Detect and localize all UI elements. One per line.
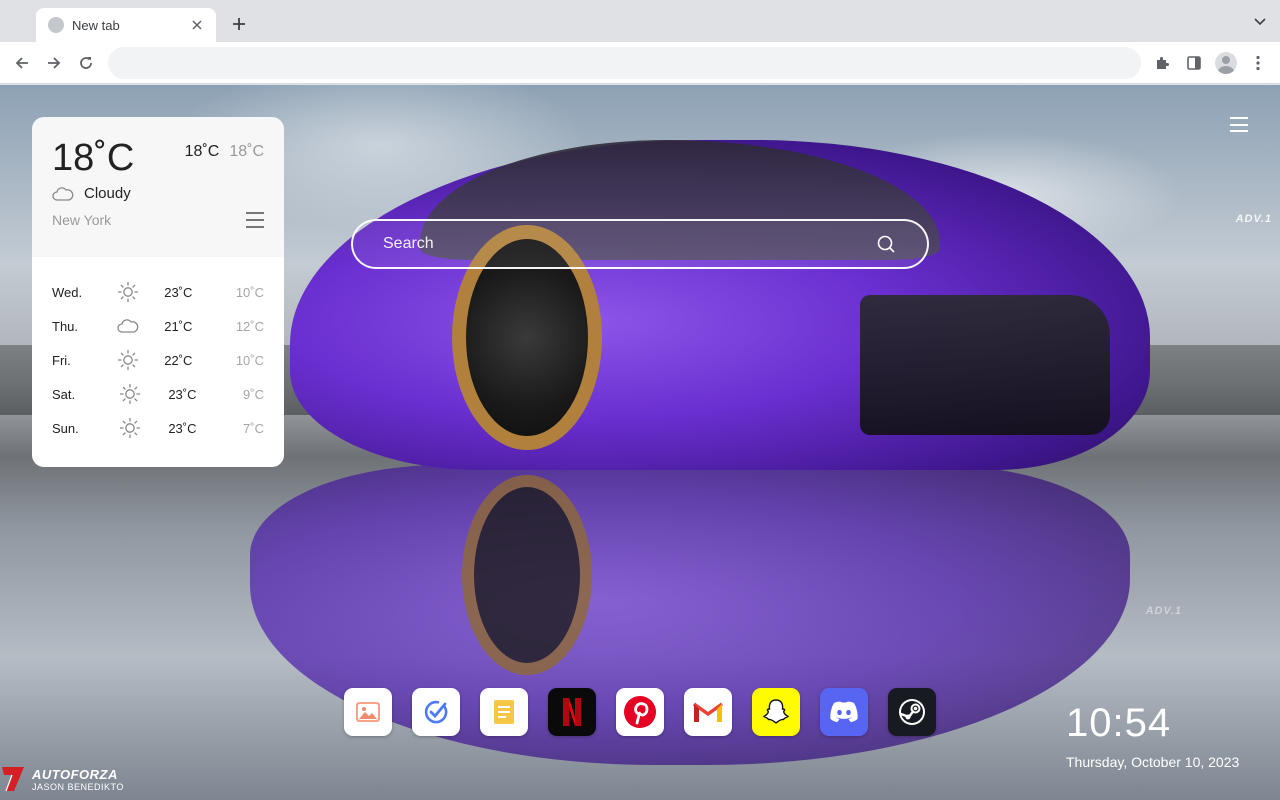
address-bar[interactable] (108, 47, 1141, 79)
back-arrow-icon (15, 57, 28, 69)
forecast-low: 7˚C (243, 420, 264, 436)
forecast-row: Thu. 21˚C 12˚C (52, 309, 264, 343)
steam-icon (899, 699, 925, 725)
wallpaper-car-grille (860, 295, 1110, 435)
extensions-icon (1157, 57, 1169, 69)
autoforza-logo-icon (2, 767, 24, 792)
close-icon[interactable] (188, 16, 206, 34)
menu-button[interactable] (1246, 51, 1270, 75)
cloud-icon (109, 319, 155, 333)
plus-icon (233, 18, 245, 30)
forecast-row: Wed. 23˚C 10˚C (52, 275, 264, 309)
sun-icon (111, 417, 158, 439)
discord-icon (830, 701, 858, 722)
chevron-down-icon (1254, 18, 1266, 26)
current-low: 18˚C (229, 143, 264, 160)
netflix-icon (563, 698, 581, 726)
tasks-check-icon (424, 700, 448, 724)
pinterest-icon (624, 696, 656, 728)
profile-avatar-icon (1215, 52, 1237, 74)
forecast-day: Sun. (52, 420, 79, 436)
app-photos[interactable] (344, 688, 392, 736)
brand-line-2: JASON BENEDIKTO (32, 781, 124, 792)
condition-label: Cloudy (84, 185, 131, 202)
favicon-icon (48, 17, 64, 33)
photos-icon (356, 702, 380, 722)
tab-search-button[interactable] (1252, 14, 1268, 30)
clock-time: 10:54 (1066, 701, 1172, 745)
forecast-low: 9˚C (243, 386, 264, 402)
forecast-day: Thu. (52, 318, 79, 334)
sun-icon (109, 281, 155, 303)
new-tab-button[interactable] (228, 13, 250, 35)
new-tab-page: ADV.1 ADV.1 18˚C 18˚C 18˚C Cloudy New Yo… (0, 85, 1280, 800)
side-panel-icon (1187, 56, 1201, 70)
page-menu-icon[interactable] (1230, 117, 1248, 132)
search-button[interactable] (875, 233, 897, 255)
forecast-high: 22˚C (164, 352, 193, 368)
app-gmail[interactable] (684, 688, 732, 736)
wallpaper-brand: AUTOFORZA JASON BENEDIKTO (0, 765, 124, 793)
forecast-high: 23˚C (168, 386, 197, 402)
reload-icon (80, 57, 92, 69)
search-input[interactable] (383, 235, 875, 253)
snapchat-icon (762, 699, 790, 724)
tab-new-tab[interactable]: New tab (36, 8, 216, 42)
search-box (351, 219, 929, 269)
wallpaper-wheel-reflection (462, 475, 592, 675)
forward-button[interactable] (42, 51, 66, 75)
cloud-icon (52, 186, 74, 201)
tab-title: New tab (72, 17, 120, 33)
weather-condition: Cloudy (52, 185, 131, 202)
side-panel-button[interactable] (1182, 51, 1206, 75)
weather-menu-icon[interactable] (246, 212, 264, 228)
forward-arrow-icon (48, 57, 61, 69)
weather-widget[interactable]: 18˚C 18˚C 18˚C Cloudy New York Wed. 23˚C 1… (32, 117, 284, 467)
brand-text: AUTOFORZA JASON BENEDIKTO (32, 767, 124, 792)
app-steam[interactable] (888, 688, 936, 736)
weather-current: 18˚C 18˚C 18˚C Cloudy New York (32, 117, 284, 257)
brand-line-1: AUTOFORZA (32, 766, 118, 782)
more-vertical-icon (1256, 55, 1260, 71)
notes-icon (494, 700, 514, 724)
forecast-high: 23˚C (164, 284, 193, 300)
forecast-row: Fri. 22˚C 10˚C (52, 343, 264, 377)
sun-icon (111, 383, 158, 405)
forecast-high: 23˚C (168, 420, 197, 436)
forecast-row: Sat. 23˚C 9˚C (52, 377, 264, 411)
weather-forecast: Wed. 23˚C 10˚C Thu. 21˚C 12˚C Fri. 22˚C 10˚C Sat.… (32, 257, 284, 467)
tab-strip: New tab (0, 0, 1280, 42)
app-tasks[interactable] (412, 688, 460, 736)
app-pinterest[interactable] (616, 688, 664, 736)
profile-button[interactable] (1214, 51, 1238, 75)
app-netflix[interactable] (548, 688, 596, 736)
forecast-high: 21˚C (164, 318, 193, 334)
forecast-low: 10˚C (235, 352, 264, 368)
wallpaper-watermark: ADV.1 (1235, 213, 1272, 225)
back-button[interactable] (10, 51, 34, 75)
app-notes[interactable] (480, 688, 528, 736)
forecast-low: 12˚C (235, 318, 264, 334)
forecast-day: Wed. (52, 284, 83, 300)
app-snapchat[interactable] (752, 688, 800, 736)
sun-icon (109, 349, 155, 371)
forecast-row: Sun. 23˚C 7˚C (52, 411, 264, 445)
current-high-low: 18˚C 18˚C (185, 143, 264, 161)
app-discord[interactable] (820, 688, 868, 736)
current-temperature: 18˚C (52, 137, 135, 179)
browser-toolbar (0, 42, 1280, 84)
gmail-icon (692, 702, 724, 722)
forecast-day: Sat. (52, 386, 76, 402)
extensions-button[interactable] (1150, 51, 1174, 75)
clock-widget: 10:54 Thursday, October 10, 2023 (1066, 703, 1239, 770)
clock-date: Thursday, October 10, 2023 (1066, 754, 1240, 770)
app-dock (344, 688, 936, 736)
current-high: 18˚C (184, 143, 220, 160)
reload-button[interactable] (74, 51, 98, 75)
search-icon (877, 235, 895, 253)
forecast-day: Fri. (52, 352, 71, 368)
city-name: New York (52, 212, 112, 228)
wallpaper-watermark-reflection: ADV.1 (1145, 605, 1182, 617)
forecast-low: 10˚C (235, 284, 264, 300)
